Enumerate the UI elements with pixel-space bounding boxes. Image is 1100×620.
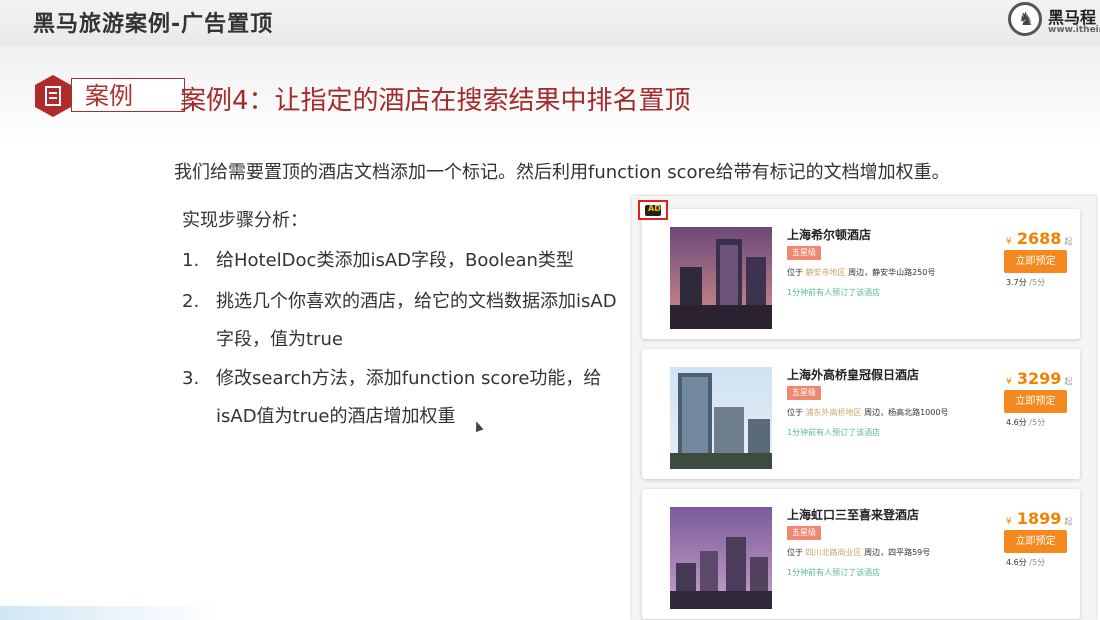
hotel-photo (670, 227, 772, 329)
hotel-address: 位于 浦东外高桥地区 周边，杨高北路1000号 (787, 408, 949, 417)
case-heading: 案例4：让指定的酒店在搜索结果中排名置顶 (180, 86, 691, 116)
step-number: 1. (182, 250, 200, 271)
hotel-price: ¥ 2688 起 (1006, 229, 1073, 248)
hotel-card[interactable]: 上海外高桥皇冠假日酒店 五星级 位于 浦东外高桥地区 周边，杨高北路1000号 … (642, 349, 1080, 479)
hotel-card[interactable]: 上海虹口三至喜来登酒店 五星级 位于 四川北路商业区 周边，四平路59号 1分钟… (642, 489, 1080, 619)
intro-text: 我们给需要置顶的酒店文档添加一个标记。然后利用function score给带有… (174, 162, 950, 183)
step-text: 修改search方法，添加function score功能，给isAD值为tru… (216, 368, 602, 427)
case-label: 案例 (85, 82, 133, 110)
star-badge: 五星级 (787, 246, 821, 260)
recent-booking: 1分钟前有人预订了该酒店 (787, 288, 881, 297)
hotel-name[interactable]: 上海外高桥皇冠假日酒店 (787, 366, 919, 383)
book-now-button[interactable]: 立即预定 (1004, 390, 1067, 413)
hotel-photo (670, 367, 772, 469)
hotel-score: 4.6分 /5分 (1006, 418, 1046, 427)
hotel-photo (670, 507, 772, 609)
horse-logo-icon: ♞ (1008, 2, 1042, 36)
step-item: 1. 给HotelDoc类添加isAD字段，Boolean类型 (182, 242, 626, 280)
slide-title: 黑马旅游案例-广告置顶 (33, 12, 274, 37)
step-item: 3. 修改search方法，添加function score功能，给isAD值为t… (182, 360, 626, 436)
hotel-name[interactable]: 上海虹口三至喜来登酒店 (787, 506, 919, 523)
logo-url: www.itheim (1048, 25, 1100, 35)
recent-booking: 1分钟前有人预订了该酒店 (787, 428, 881, 437)
step-number: 2. (182, 291, 200, 312)
step-text: 给HotelDoc类添加isAD字段，Boolean类型 (216, 250, 574, 271)
hotel-price: ¥ 3299 起 (1006, 369, 1073, 388)
hotel-score: 3.7分 /5分 (1006, 278, 1046, 287)
brand-logo: ♞ 黑马程 www.itheim (1008, 2, 1100, 42)
hotel-score: 4.6分 /5分 (1006, 558, 1046, 567)
hotel-address: 位于 四川北路商业区 周边，四平路59号 (787, 548, 931, 557)
bottom-decoration (0, 606, 220, 620)
book-now-button[interactable]: 立即预定 (1004, 250, 1067, 273)
step-number: 3. (182, 368, 200, 389)
hotel-name[interactable]: 上海希尔顿酒店 (787, 226, 871, 243)
star-badge: 五星级 (787, 386, 821, 400)
book-now-button[interactable]: 立即预定 (1004, 530, 1067, 553)
document-icon (35, 75, 71, 117)
star-badge: 五星级 (787, 526, 821, 540)
ad-badge-icon: AD (638, 200, 668, 220)
slide-header: 黑马旅游案例-广告置顶 ♞ 黑马程 www.itheim (0, 0, 1100, 46)
steps-title: 实现步骤分析： (182, 210, 308, 231)
hotel-address: 位于 静安寺地区 周边，静安华山路250号 (787, 268, 936, 277)
hotel-card[interactable]: 上海希尔顿酒店 五星级 位于 静安寺地区 周边，静安华山路250号 1分钟前有人… (642, 209, 1080, 339)
step-text: 挑选几个你喜欢的酒店，给它的文档数据添加isAD字段，值为true (216, 291, 617, 350)
step-item: 2. 挑选几个你喜欢的酒店，给它的文档数据添加isAD字段，值为true (182, 283, 626, 359)
recent-booking: 1分钟前有人预订了该酒店 (787, 568, 881, 577)
hotel-price: ¥ 1899 起 (1006, 509, 1073, 528)
case-tag: 案例 (33, 74, 185, 117)
